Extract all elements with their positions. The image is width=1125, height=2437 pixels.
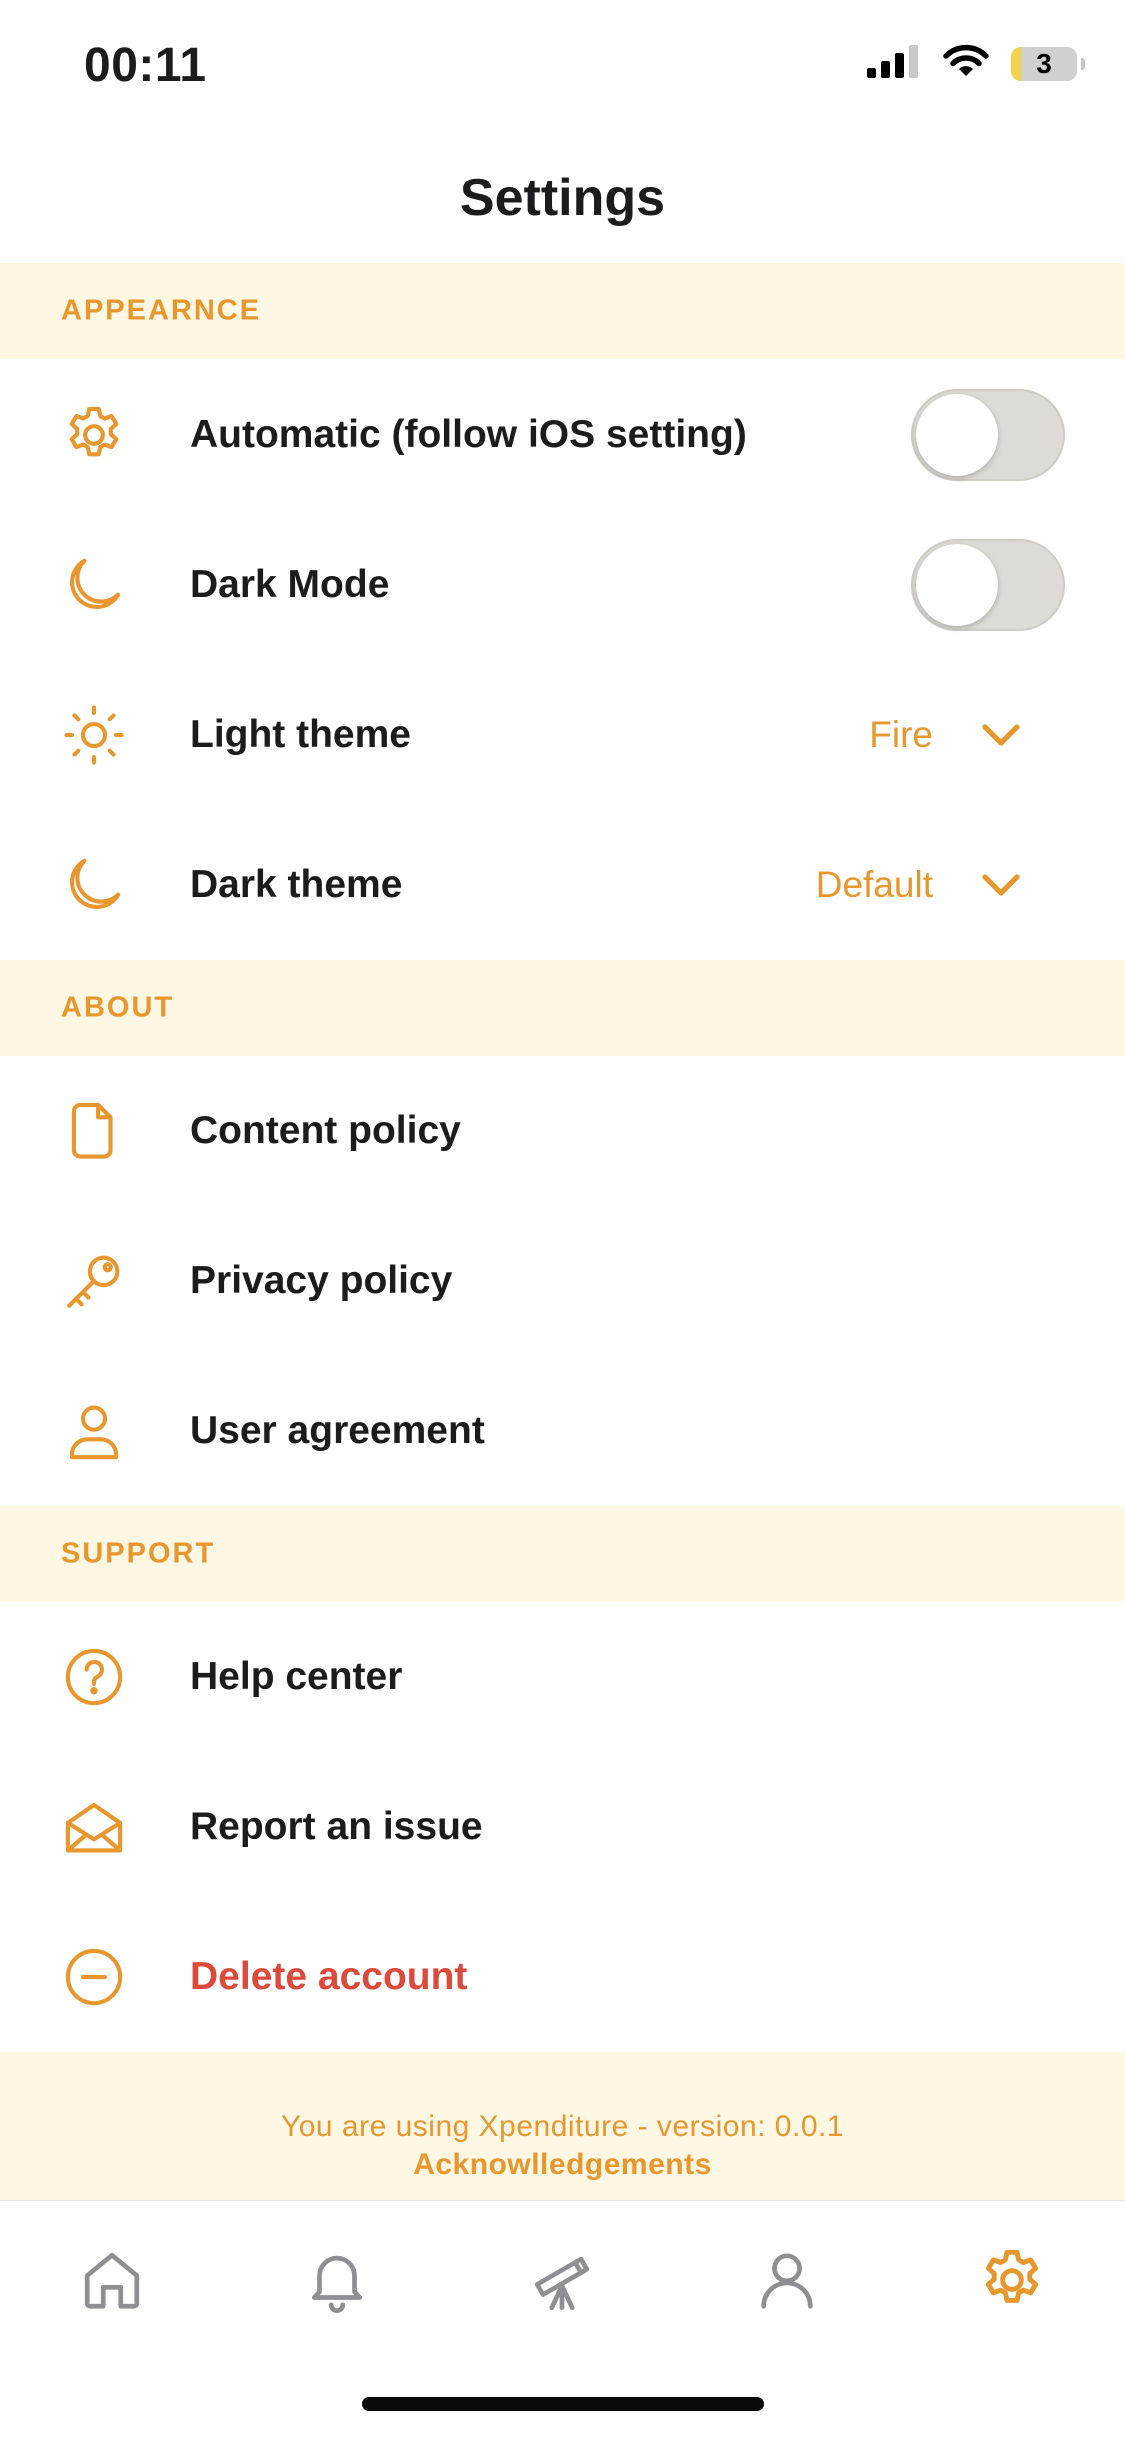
section-header-about: ABOUT	[0, 960, 1125, 1056]
battery-level: 3	[1036, 47, 1052, 79]
row-label: Help center	[190, 1655, 403, 1698]
chevron-down-icon[interactable]	[977, 711, 1025, 759]
chevron-down-icon[interactable]	[977, 861, 1025, 909]
moon-icon	[61, 552, 127, 618]
acknowledgements-link[interactable]: Acknowlledgements	[0, 2148, 1125, 2182]
row-label: Light theme	[190, 713, 411, 756]
row-automatic-theme: Automatic (follow iOS setting)	[0, 360, 1125, 510]
moon-icon	[61, 852, 127, 918]
dark-mode-toggle[interactable]	[911, 539, 1065, 631]
home-indicator	[362, 2397, 764, 2411]
tab-home[interactable]	[77, 2245, 147, 2315]
row-label: Content policy	[190, 1109, 461, 1152]
tab-notifications[interactable]	[302, 2245, 372, 2315]
row-label: Dark theme	[190, 863, 403, 906]
row-label: Report an issue	[190, 1805, 483, 1848]
sun-icon	[61, 702, 127, 768]
row-label: Dark Mode	[190, 563, 390, 606]
person-icon	[752, 2245, 822, 2315]
version-text: You are using Xpenditure - version: 0.0.…	[280, 2110, 845, 2143]
gear-icon	[977, 2245, 1047, 2315]
telescope-icon	[527, 2245, 597, 2315]
row-report-issue[interactable]: Report an issue	[0, 1752, 1125, 1902]
section-title: APPEARNCE	[61, 294, 262, 327]
key-icon	[61, 1248, 127, 1314]
row-label: Delete account	[190, 1955, 468, 1998]
gear-icon	[61, 402, 127, 468]
cellular-signal-icon	[867, 44, 921, 83]
row-label: Automatic (follow iOS setting)	[190, 413, 747, 456]
row-delete-account[interactable]: Delete account	[0, 1902, 1125, 2052]
row-user-agreement[interactable]: User agreement	[0, 1356, 1125, 1506]
row-label: User agreement	[190, 1409, 485, 1452]
section-header-appearance: APPEARNCE	[0, 263, 1125, 359]
battery-indicator: 3	[1011, 46, 1085, 81]
tab-settings[interactable]	[977, 2245, 1047, 2315]
row-light-theme[interactable]: Light theme Fire	[0, 660, 1125, 810]
tab-profile[interactable]	[752, 2245, 822, 2315]
question-circle-icon	[61, 1644, 127, 1710]
minus-circle-icon	[61, 1944, 127, 2010]
automatic-theme-toggle[interactable]	[911, 389, 1065, 481]
section-header-support: SUPPORT	[0, 1506, 1125, 1602]
page-title: Settings	[459, 169, 666, 227]
envelope-open-icon	[61, 1794, 127, 1860]
footer: You are using Xpenditure - version: 0.0.…	[0, 2052, 1125, 2200]
document-icon	[61, 1098, 127, 1164]
row-content-policy[interactable]: Content policy	[0, 1056, 1125, 1206]
home-icon	[77, 2245, 147, 2315]
dark-theme-value[interactable]: Default	[816, 864, 933, 906]
toggle-knob	[916, 394, 998, 476]
status-time: 00:11	[84, 39, 207, 92]
status-bar: 00:11 3	[0, 0, 1125, 140]
tab-explore[interactable]	[527, 2245, 597, 2315]
row-label: Privacy policy	[190, 1259, 453, 1302]
section-title: ABOUT	[61, 991, 175, 1024]
row-dark-mode: Dark Mode	[0, 510, 1125, 660]
bell-icon	[302, 2245, 372, 2315]
light-theme-value[interactable]: Fire	[869, 714, 933, 756]
section-title: SUPPORT	[61, 1537, 216, 1570]
wifi-icon	[943, 44, 989, 83]
row-privacy-policy[interactable]: Privacy policy	[0, 1206, 1125, 1356]
status-icons: 3	[867, 44, 1085, 83]
user-icon	[61, 1398, 127, 1464]
row-dark-theme[interactable]: Dark theme Default	[0, 810, 1125, 960]
row-help-center[interactable]: Help center	[0, 1602, 1125, 1752]
toggle-knob	[916, 544, 998, 626]
